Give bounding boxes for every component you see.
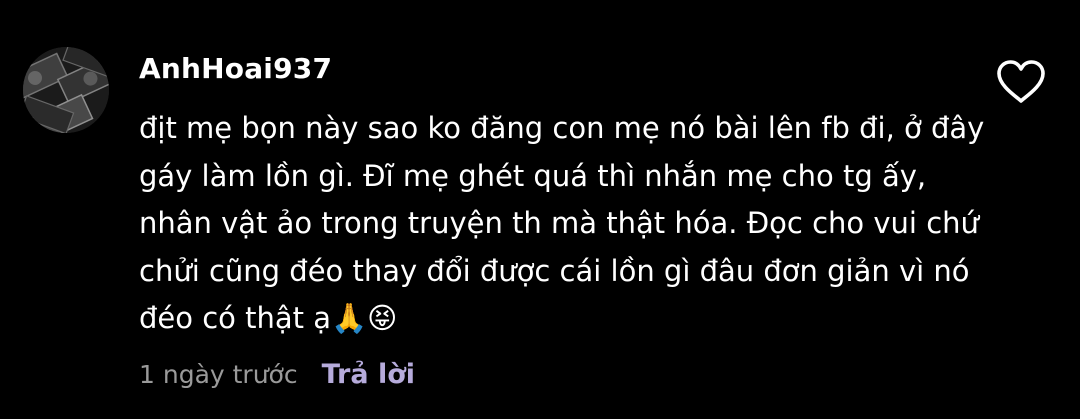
money-avatar-icon [23, 47, 109, 133]
comment-text-line: nhân vật ảo trong truyện th mà thật hóa.… [139, 206, 979, 240]
comment-text: địt mẹ bọn này sao ko đăng con mẹ nó bài… [139, 105, 985, 343]
comment-text-line: chửi cũng đéo thay đổi được cái lồn gì đ… [139, 253, 970, 288]
reply-button[interactable]: Trả lời [322, 359, 415, 390]
avatar[interactable] [23, 47, 109, 133]
timestamp: 1 ngày trước [139, 359, 298, 389]
heart-outline-icon [997, 60, 1045, 103]
comment-item: AnhHoai937 địt mẹ bọn này sao ko đăng co… [0, 0, 1080, 419]
comment-text-line: địt mẹ bọn này sao ko đăng con mẹ nó bài… [139, 111, 985, 145]
comment-meta: 1 ngày trước Trả lời [139, 356, 415, 392]
like-button[interactable] [994, 58, 1048, 106]
comment-text-line: gáy làm lồn gì. Đĩ mẹ ghét quá thì nhắn … [139, 158, 927, 193]
comment-text-line: đéo có thật ạ🙏😝 [139, 301, 398, 335]
username[interactable]: AnhHoai937 [139, 52, 332, 85]
